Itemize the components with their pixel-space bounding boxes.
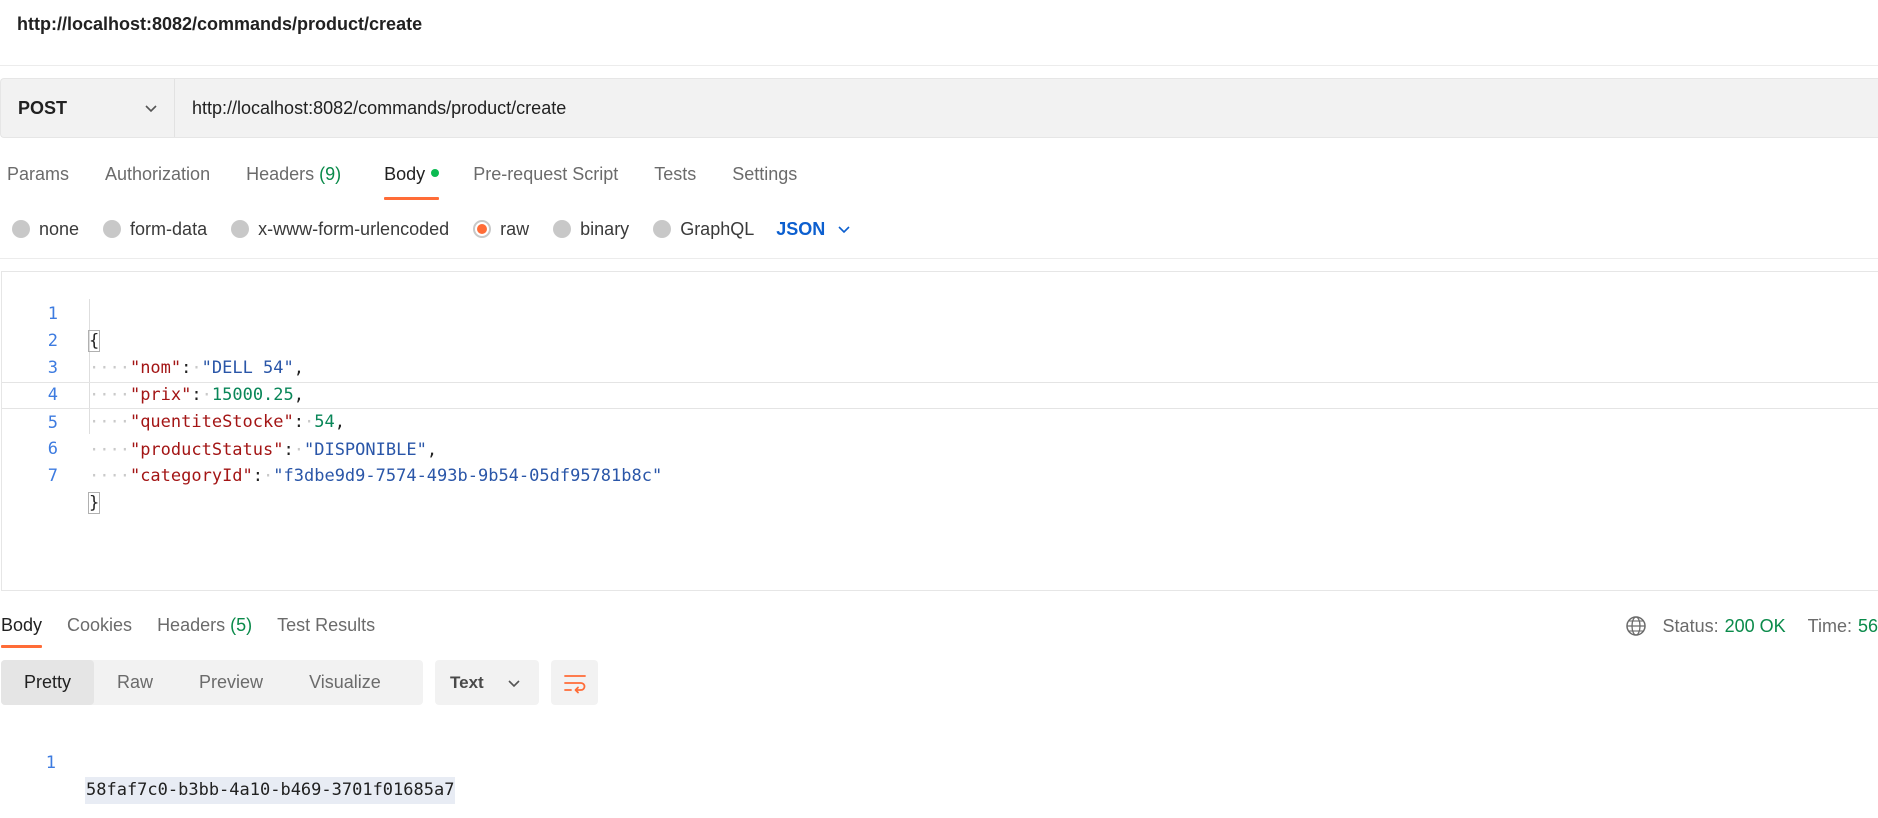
- language-select[interactable]: JSON: [776, 219, 851, 240]
- time-label: Time:: [1807, 615, 1852, 636]
- code-line: 6 ····"categoryId":·"f3dbe9d9-7574-493b-…: [2, 409, 1878, 486]
- wrap-lines-icon: [563, 674, 586, 693]
- tab-headers[interactable]: Headers (9): [246, 158, 341, 200]
- page-title: http://localhost:8082/commands/product/c…: [17, 14, 423, 34]
- response-format-select[interactable]: Text: [435, 660, 539, 705]
- response-body-line[interactable]: 1 58faf7c0-b3bb-4a10-b469-3701f01685a7: [0, 723, 456, 804]
- mode-raw-label: raw: [500, 218, 530, 239]
- mode-graphql-label: GraphQL: [680, 218, 755, 239]
- divider: [0, 258, 1878, 259]
- resp-tab-cookies[interactable]: Cookies: [67, 611, 132, 648]
- mode-none-label: none: [39, 218, 80, 239]
- tab-authorization[interactable]: Authorization: [105, 158, 210, 200]
- resp-tab-test-results[interactable]: Test Results: [277, 611, 375, 648]
- globe-icon[interactable]: [1625, 615, 1647, 637]
- response-text[interactable]: 58faf7c0-b3bb-4a10-b469-3701f01685a7: [85, 777, 456, 804]
- tab-body-label: Body: [384, 164, 426, 184]
- tab-pre-request-script[interactable]: Pre-request Script: [473, 158, 618, 200]
- method-label: POST: [18, 97, 68, 118]
- tab-params[interactable]: Params: [7, 158, 69, 200]
- request-bar: POST: [0, 78, 1878, 138]
- view-pretty-button[interactable]: Pretty: [1, 660, 95, 705]
- view-visualize-button[interactable]: Visualize: [286, 660, 404, 705]
- mode-raw[interactable]: raw: [473, 219, 529, 240]
- mode-urlencoded[interactable]: x-www-form-urlencoded: [231, 219, 449, 240]
- request-tabs: Params Authorization Headers (9) Body Pr…: [0, 158, 797, 200]
- radio-icon: [12, 220, 30, 238]
- body-mode-selector: none form-data x-www-form-urlencoded raw…: [12, 216, 851, 242]
- resp-tab-headers-label: Headers: [157, 615, 226, 635]
- line-number: 1: [45, 753, 56, 773]
- tab-tests[interactable]: Tests: [654, 158, 696, 200]
- line-number: 7: [47, 466, 58, 486]
- json-key: "categoryId": [129, 466, 253, 486]
- mode-urlencoded-label: x-www-form-urlencoded: [258, 218, 450, 239]
- code-text: }: [87, 490, 101, 517]
- url-input[interactable]: [175, 79, 1875, 137]
- body-modified-dot-icon: [431, 169, 440, 177]
- tab-settings[interactable]: Settings: [732, 158, 797, 200]
- headers-count-badge: (5): [230, 615, 253, 635]
- mode-binary[interactable]: binary: [553, 219, 629, 240]
- mode-graphql[interactable]: GraphQL: [653, 219, 754, 240]
- radio-icon: [553, 220, 572, 238]
- close-brace: }: [87, 492, 101, 514]
- radio-selected-icon: [473, 220, 492, 238]
- code-text: ····"categoryId":·"f3dbe9d9-7574-493b-9b…: [89, 466, 663, 486]
- code-line: 4 ····"quentiteStocke":·54,: [2, 355, 1878, 432]
- chevron-down-icon: [838, 226, 850, 234]
- request-body-editor[interactable]: 1 { 2 ····"nom":·"DELL 54", 3 ····"prix"…: [1, 271, 1878, 591]
- response-status: Status: 200 OK Time: 56: [1625, 611, 1878, 641]
- view-preview-button[interactable]: Preview: [176, 660, 286, 705]
- headers-count-badge: (9): [319, 164, 342, 184]
- resp-tab-headers[interactable]: Headers (5): [157, 611, 252, 648]
- chevron-down-icon: [145, 105, 157, 113]
- status-badge[interactable]: 200 OK: [1725, 616, 1786, 637]
- language-label: JSON: [776, 218, 826, 239]
- radio-icon: [653, 220, 672, 238]
- code-line: 1 {: [2, 274, 1878, 352]
- mode-form-data-label: form-data: [130, 218, 208, 239]
- resp-tab-body[interactable]: Body: [1, 611, 43, 648]
- status-label: Status:: [1662, 615, 1719, 636]
- response-view-toggle: Pretty Raw Preview Visualize: [1, 660, 423, 705]
- time-value[interactable]: 56: [1858, 616, 1878, 637]
- mode-binary-label: binary: [580, 218, 630, 239]
- code-line: 3 ····"prix":·15000.25,: [2, 328, 1878, 405]
- code-line-active: 5 ····"productStatus":·"DISPONIBLE",: [2, 382, 1878, 460]
- chevron-down-icon: [508, 680, 520, 688]
- radio-icon: [103, 220, 122, 238]
- mode-form-data[interactable]: form-data: [103, 219, 207, 240]
- view-raw-button[interactable]: Raw: [94, 660, 176, 705]
- format-label: Text: [450, 672, 484, 692]
- wrap-lines-button[interactable]: [551, 660, 598, 705]
- divider: [0, 65, 1878, 66]
- code-line: 7 }: [2, 436, 1878, 514]
- response-tabs: Body Cookies Headers (5) Test Results: [0, 611, 375, 648]
- radio-icon: [231, 220, 250, 238]
- tab-headers-label: Headers: [246, 164, 315, 184]
- json-value: "f3dbe9d9-7574-493b-9b54-05df95781b8c": [273, 466, 663, 486]
- mode-none[interactable]: none: [12, 219, 79, 240]
- method-select[interactable]: POST: [1, 79, 175, 137]
- code-line: 2 ····"nom":·"DELL 54",: [2, 301, 1878, 378]
- tab-body[interactable]: Body: [384, 158, 440, 200]
